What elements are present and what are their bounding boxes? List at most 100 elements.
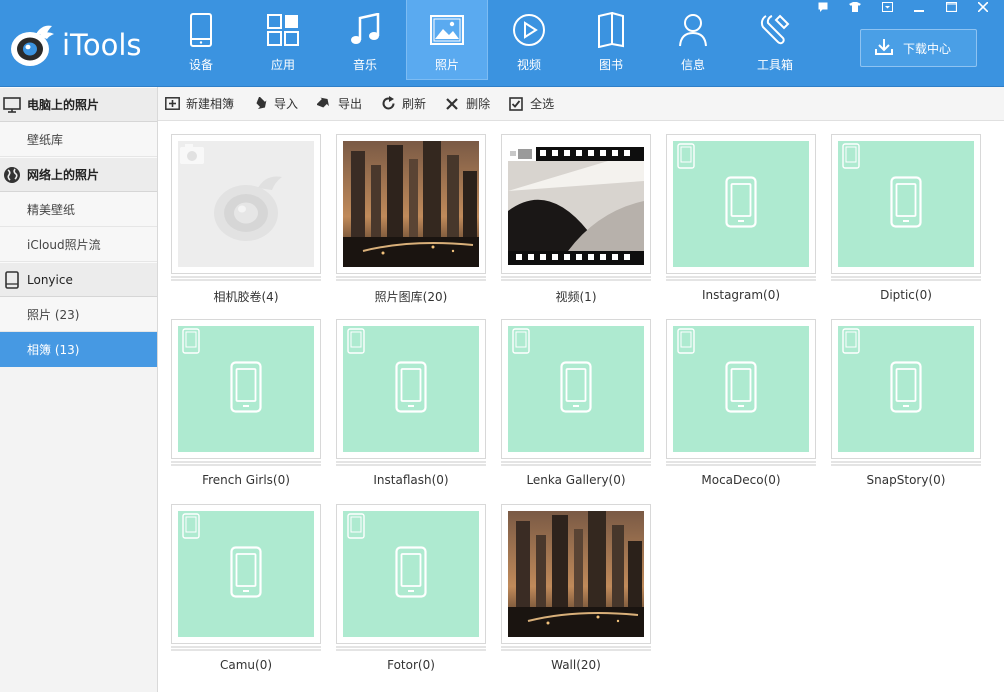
album-stack-edge — [336, 464, 486, 466]
nav-photos-label: 照片 — [434, 58, 459, 72]
nav-device-label: 设备 — [188, 58, 213, 72]
small-phone-icon — [512, 328, 530, 358]
album-stack-edge — [171, 646, 321, 648]
album-stack-edge — [831, 464, 981, 466]
album-diptic[interactable]: Diptic(0) — [831, 134, 981, 304]
select-all-button[interactable]: 全选 — [508, 95, 554, 112]
nav-music[interactable]: 音乐 — [324, 0, 406, 80]
album-stack-edge — [171, 279, 321, 281]
camera-roll-thumbnail — [178, 141, 314, 267]
skin-icon[interactable] — [842, 0, 868, 14]
album-mocadeco[interactable]: MocaDeco(0) — [666, 319, 816, 489]
nav-contacts-label: 信息 — [680, 58, 705, 72]
album-camera-roll[interactable]: 相机胶卷(4) — [171, 134, 321, 304]
export-label: 导出 — [338, 97, 363, 111]
album-stack-edge — [666, 279, 816, 281]
nav-books[interactable]: 图书 — [570, 0, 652, 80]
album-camu[interactable]: Camu(0) — [171, 504, 321, 674]
album-frame — [336, 504, 486, 644]
sidebar-item-device-photos[interactable]: 照片 (23) — [0, 297, 157, 332]
new-album-button[interactable]: 新建相簿 — [164, 95, 234, 112]
close-icon[interactable] — [970, 0, 996, 14]
album-videos[interactable]: 视频(1) — [501, 134, 651, 304]
export-button[interactable]: 导出 — [316, 95, 362, 112]
nav-video-label: 视频 — [516, 58, 541, 72]
import-button[interactable]: 导入 — [252, 95, 298, 112]
phone-placeholder-icon — [725, 176, 757, 232]
album-frame — [171, 319, 321, 459]
refresh-button[interactable]: 刷新 — [380, 95, 426, 112]
album-lenka-gallery[interactable]: Lenka Gallery(0) — [501, 319, 651, 489]
small-phone-icon — [842, 328, 860, 358]
album-frame — [336, 319, 486, 459]
album-stack-edge — [831, 276, 981, 278]
sidebar-section-online-photos[interactable]: 网络上的照片 — [0, 157, 157, 192]
sidebar-item-label: 照片 (23) — [27, 307, 80, 322]
menu-icon[interactable] — [874, 0, 900, 14]
album-frame — [666, 134, 816, 274]
import-label: 导入 — [274, 97, 299, 111]
small-phone-icon — [842, 143, 860, 173]
album-caption: Fotor(0) — [387, 658, 435, 672]
monitor-icon — [2, 95, 22, 115]
sidebar-item-device-albums[interactable]: 相簿 (13) — [0, 332, 157, 367]
nav-toolbox[interactable]: 工具箱 — [734, 0, 816, 80]
app-header: iTools 设备 应用 音乐 照片 视频 图书 信息 工具箱 下载中心 — [0, 0, 1004, 87]
sidebar-item-wallpaper-library[interactable]: 壁纸库 — [0, 122, 157, 157]
album-stack-edge — [171, 461, 321, 463]
sidebar-item-beautiful-wallpapers[interactable]: 精美壁纸 — [0, 192, 157, 227]
nav-apps[interactable]: 应用 — [242, 0, 324, 80]
album-frame — [666, 319, 816, 459]
sidebar-item-icloud-photostream[interactable]: iCloud照片流 — [0, 227, 157, 262]
small-phone-icon — [677, 328, 695, 358]
delete-icon — [444, 96, 460, 112]
nav-photos[interactable]: 照片 — [406, 0, 488, 80]
contact-icon — [675, 12, 711, 48]
album-frame — [336, 134, 486, 274]
small-phone-icon — [677, 143, 695, 173]
phone-placeholder-icon — [560, 361, 592, 417]
checkbox-icon — [508, 96, 524, 112]
album-stack-edge — [501, 276, 651, 278]
album-snapstory[interactable]: SnapStory(0) — [831, 319, 981, 489]
small-phone-icon — [182, 328, 200, 358]
album-fotor[interactable]: Fotor(0) — [336, 504, 486, 674]
phone-placeholder-icon — [230, 546, 262, 602]
album-instaflash[interactable]: Instaflash(0) — [336, 319, 486, 489]
nav-contacts[interactable]: 信息 — [652, 0, 734, 80]
phone-placeholder-icon — [890, 176, 922, 232]
album-caption: Camu(0) — [219, 658, 273, 672]
music-icon — [347, 12, 383, 48]
sidebar-section-computer-photos[interactable]: 电脑上的照片 — [0, 87, 157, 122]
album-instagram[interactable]: Instagram(0) — [666, 134, 816, 304]
album-stack-edge — [336, 646, 486, 648]
album-french-girls[interactable]: French Girls(0) — [171, 319, 321, 489]
new-album-label: 新建相簿 — [186, 97, 235, 111]
download-icon — [875, 38, 893, 59]
feedback-icon[interactable] — [810, 0, 836, 14]
itools-logo-icon — [8, 22, 56, 68]
empty-album-thumbnail — [673, 141, 809, 267]
album-caption: 相机胶卷(4) — [213, 290, 279, 304]
delete-label: 删除 — [466, 97, 491, 111]
download-center-label: 下载中心 — [903, 41, 952, 56]
maximize-icon[interactable] — [938, 0, 964, 14]
nav-video[interactable]: 视频 — [488, 0, 570, 80]
phone-placeholder-icon — [395, 546, 427, 602]
minimize-icon[interactable] — [906, 0, 932, 14]
album-caption: Wall(20) — [551, 658, 601, 672]
delete-button[interactable]: 删除 — [444, 95, 490, 112]
album-photo-library[interactable]: 照片图库(20) — [336, 134, 486, 304]
album-wall[interactable]: Wall(20) — [501, 504, 651, 674]
globe-icon — [2, 165, 22, 185]
book-icon — [593, 12, 629, 48]
export-icon — [316, 96, 332, 112]
sidebar-section-device[interactable]: Lonyice — [0, 262, 157, 297]
sidebar: 电脑上的照片 壁纸库 网络上的照片 精美壁纸 iCloud照片流 Lonyice… — [0, 87, 158, 692]
download-center-button[interactable]: 下载中心 — [860, 29, 977, 67]
album-stack-edge — [336, 276, 486, 278]
empty-album-thumbnail — [343, 326, 479, 452]
album-caption: Instagram(0) — [701, 288, 781, 302]
nav-device[interactable]: 设备 — [160, 0, 242, 80]
album-stack-edge — [171, 276, 321, 278]
